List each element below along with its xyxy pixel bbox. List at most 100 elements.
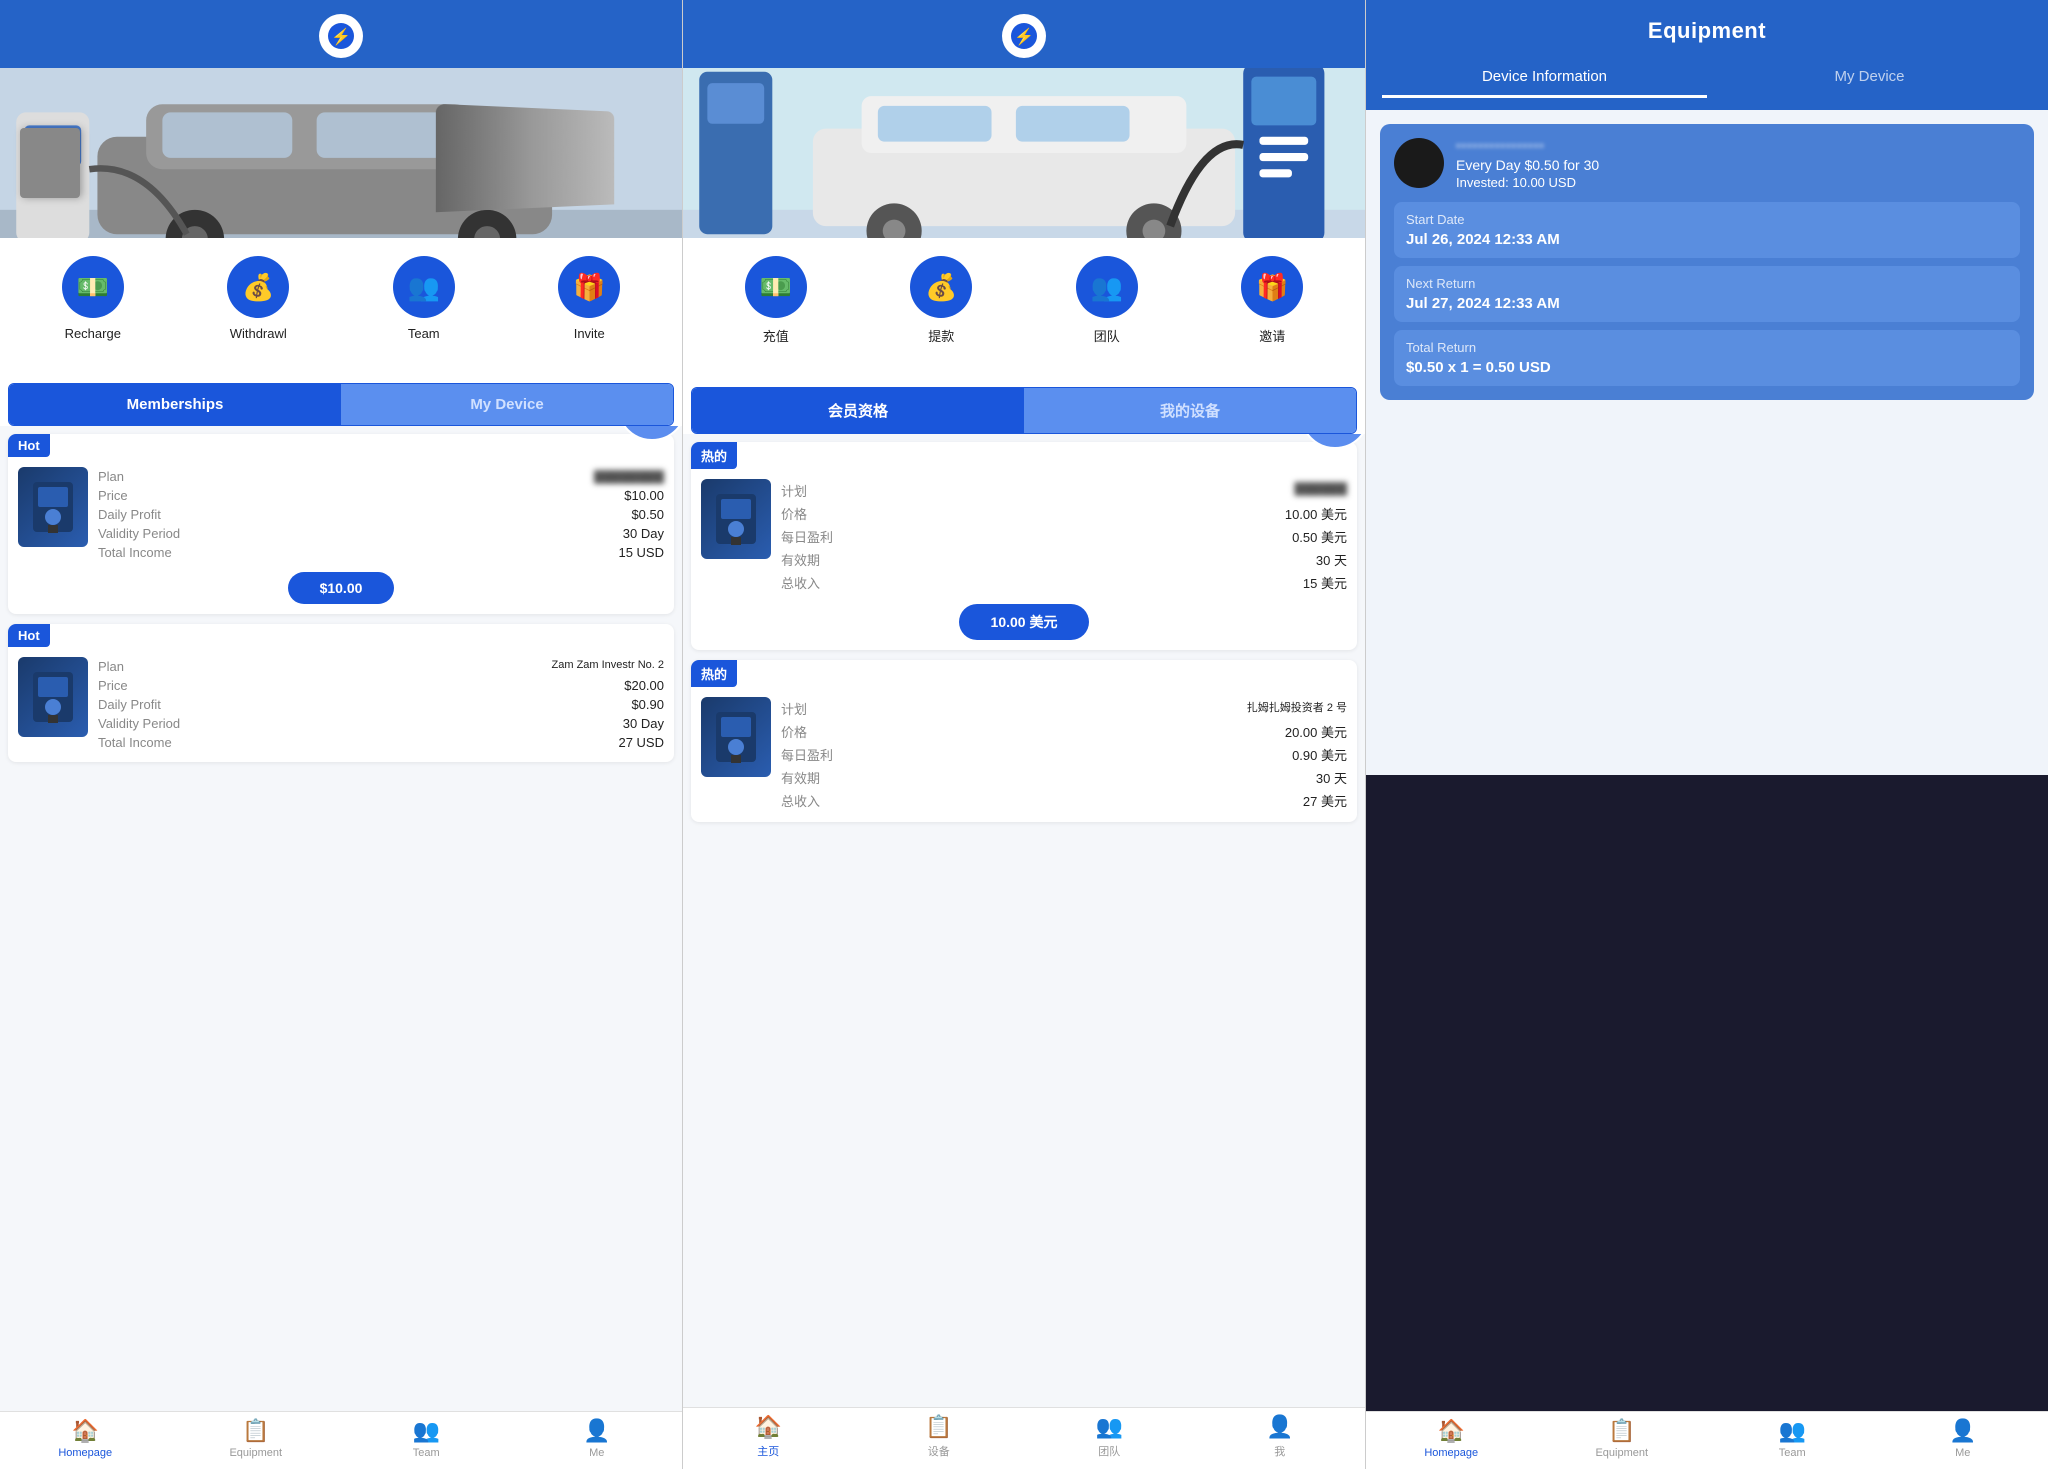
nav-me-1[interactable]: 👤 Me [512, 1418, 683, 1459]
action-invite-cn[interactable]: 🎁 邀请 [1241, 256, 1303, 345]
action-team-cn[interactable]: 👥 团队 [1076, 256, 1138, 345]
svg-text:⚡: ⚡ [1014, 27, 1034, 46]
me-cn-nav-label: 我 [1274, 1443, 1285, 1459]
screen1-header: ⚡ [0, 0, 682, 68]
nav-me-cn[interactable]: 👤 我 [1195, 1414, 1366, 1459]
start-date-value: Jul 26, 2024 12:33 AM [1406, 231, 2008, 248]
screen-2-chinese: ⚡ [683, 0, 1366, 1469]
me-cn-icon: 👤 [1266, 1414, 1293, 1440]
homepage-cn-icon: 🏠 [755, 1414, 782, 1440]
action-recharge-cn[interactable]: 💵 充值 [745, 256, 807, 345]
me-icon-1: 👤 [583, 1418, 610, 1444]
plan-value-2: Zam Zam Investr No. 2 [552, 659, 664, 674]
total-return-value: $0.50 x 1 = 0.50 USD [1406, 359, 2008, 376]
invite-cn-label: 邀请 [1259, 326, 1285, 345]
homepage-icon-1: 🏠 [72, 1418, 99, 1444]
equipment-nav-label-1: Equipment [229, 1447, 282, 1459]
invite-cn-icon: 🎁 [1241, 256, 1303, 318]
plan-label-1: Plan [98, 469, 124, 484]
product-badge-2: Hot [8, 624, 50, 647]
product-image-cn-2 [701, 697, 771, 777]
price-value-cn-2: 20.00 美元 [1285, 722, 1347, 741]
buy-btn-1[interactable]: $10.00 [288, 572, 395, 604]
device-daily-text: Every Day $0.50 for 30 [1456, 157, 2020, 173]
income-label-1: Total Income [98, 545, 172, 560]
product-card-cn-1: 热的 计划 ▓▓▓▓▓▓ [691, 442, 1357, 650]
hero-image-2 [683, 68, 1365, 238]
product-card-2: Hot Plan Zam Zam Investr No. 2 [8, 624, 674, 762]
equipment-cn-nav-label: 设备 [928, 1443, 950, 1459]
device-list: •••••••••••••••• Every Day $0.50 for 30 … [1366, 110, 2048, 775]
plan-value-1: ▓▓▓▓▓▓▓▓ [594, 469, 664, 484]
tab-memberships[interactable]: Memberships [9, 384, 341, 425]
daily-profit-label-cn-1: 每日盈利 [781, 527, 833, 546]
recharge-icon: 💵 [62, 256, 124, 318]
tab-my-device-eq[interactable]: My Device [1707, 58, 2032, 98]
me-eq-icon: 👤 [1949, 1418, 1976, 1444]
bottom-nav-2: 🏠 主页 📋 设备 👥 团队 👤 我 [683, 1407, 1365, 1469]
bottom-nav-1: 🏠 Homepage 📋 Equipment 👥 Team 👤 Me [0, 1411, 682, 1469]
action-withdrawl[interactable]: 💰 Withdrawl [227, 256, 289, 341]
income-label-2: Total Income [98, 735, 172, 750]
validity-label-2: Validity Period [98, 716, 180, 731]
recharge-cn-label: 充值 [763, 326, 789, 345]
income-value-cn-2: 27 美元 [1303, 791, 1347, 810]
nav-equipment-1[interactable]: 📋 Equipment [171, 1418, 342, 1459]
equipment-icon-1: 📋 [242, 1418, 269, 1444]
equipment-title: Equipment [1648, 18, 1766, 44]
nav-me-eq[interactable]: 👤 Me [1878, 1418, 2048, 1459]
total-return-label: Total Return [1406, 340, 2008, 355]
buy-btn-cn-1[interactable]: 10.00 美元 [959, 604, 1090, 640]
homepage-cn-nav-label: 主页 [757, 1443, 779, 1459]
validity-label-1: Validity Period [98, 526, 180, 541]
validity-value-cn-2: 30 天 [1316, 768, 1347, 787]
daily-profit-label-1: Daily Profit [98, 507, 161, 522]
income-value-2: 27 USD [618, 735, 664, 750]
tab-my-device[interactable]: My Device [341, 384, 673, 425]
nav-team-cn[interactable]: 👥 团队 [1024, 1414, 1195, 1459]
nav-homepage-1[interactable]: 🏠 Homepage [0, 1418, 171, 1459]
screen-3-equipment: Equipment Device Information My Device •… [1366, 0, 2048, 1469]
nav-team-1[interactable]: 👥 Team [341, 1418, 512, 1459]
me-nav-label-1: Me [589, 1447, 604, 1459]
product-card-cn-2: 热的 计划 扎姆扎姆投资者 2 号 [691, 660, 1357, 822]
product-list-1: 🧒 Hot Plan [0, 426, 682, 1411]
app-logo-1: ⚡ [319, 14, 363, 58]
product-badge-cn-2: 热的 [691, 660, 737, 687]
action-withdrawl-cn[interactable]: 💰 提款 [910, 256, 972, 345]
nav-equipment-eq[interactable]: 📋 Equipment [1537, 1418, 1708, 1459]
product-details-cn-2: 计划 扎姆扎姆投资者 2 号 价格 20.00 美元 每日盈利 0.90 美元 [781, 697, 1347, 812]
tab-memberships-cn[interactable]: 会员资格 [692, 388, 1024, 433]
total-return-section: Total Return $0.50 x 1 = 0.50 USD [1394, 330, 2020, 386]
team-nav-icon-1: 👥 [413, 1418, 440, 1444]
equipment-eq-icon: 📋 [1608, 1418, 1635, 1444]
income-label-cn-2: 总收入 [781, 791, 820, 810]
nav-homepage-cn[interactable]: 🏠 主页 [683, 1414, 854, 1459]
device-avatar-1 [1394, 138, 1444, 188]
price-label-1: Price [98, 488, 128, 503]
plan-value-cn-1: ▓▓▓▓▓▓ [1295, 481, 1348, 500]
avatar-overlay-2: 🧒 [1300, 434, 1365, 449]
validity-value-2: 30 Day [623, 716, 664, 731]
team-eq-icon: 👥 [1779, 1418, 1806, 1444]
screen-1-english: ⚡ [0, 0, 683, 1469]
price-label-2: Price [98, 678, 128, 693]
action-recharge[interactable]: 💵 Recharge [62, 256, 124, 341]
daily-profit-value-1: $0.50 [631, 507, 664, 522]
product-badge-1: Hot [8, 434, 50, 457]
bottom-nav-3: 🏠 Homepage 📋 Equipment 👥 Team 👤 Me [1366, 1411, 2048, 1469]
tab-my-device-cn[interactable]: 我的设备 [1024, 388, 1356, 433]
tab-device-information[interactable]: Device Information [1382, 58, 1707, 98]
validity-value-cn-1: 30 天 [1316, 550, 1347, 569]
nav-homepage-eq[interactable]: 🏠 Homepage [1366, 1418, 1537, 1459]
action-team[interactable]: 👥 Team [393, 256, 455, 341]
homepage-eq-icon: 🏠 [1438, 1418, 1465, 1444]
team-icon: 👥 [393, 256, 455, 318]
start-date-label: Start Date [1406, 212, 2008, 227]
action-invite[interactable]: 🎁 Invite [558, 256, 620, 341]
team-cn-label: 团队 [1094, 326, 1120, 345]
screen3-header: Equipment [1366, 0, 2048, 58]
nav-equipment-cn[interactable]: 📋 设备 [854, 1414, 1025, 1459]
nav-team-eq[interactable]: 👥 Team [1707, 1418, 1878, 1459]
withdrawl-label: Withdrawl [230, 326, 287, 341]
